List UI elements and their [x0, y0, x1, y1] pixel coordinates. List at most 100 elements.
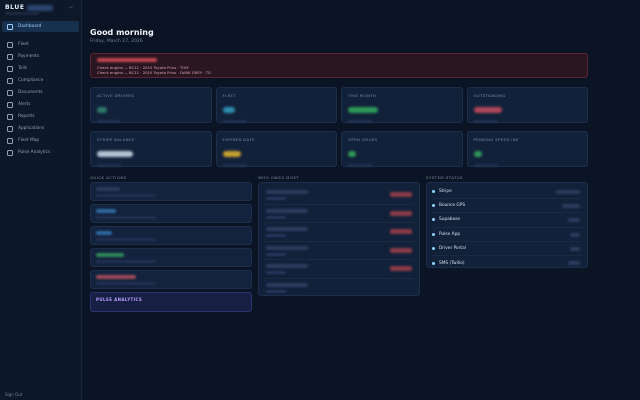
stat-card-label: FLEET: [222, 93, 236, 98]
service-status-value: [568, 218, 580, 223]
stat-card-label: STRIPE BALANCE: [97, 137, 135, 142]
inbox-icon: [7, 125, 13, 132]
owe-row[interactable]: [264, 205, 414, 223]
sidebar-item-applications[interactable]: Applications: [2, 123, 79, 134]
status-dot-icon: [432, 232, 435, 236]
quick-action-item[interactable]: [90, 204, 252, 223]
stat-card-label: THIS MONTH: [348, 93, 377, 98]
sidebar-item-label: Payments: [18, 54, 40, 59]
sidebar-item-payments[interactable]: Payments: [2, 51, 79, 62]
quick-action-title: [96, 187, 120, 191]
owe-row[interactable]: [264, 279, 414, 298]
pulse-analytics-button[interactable]: PULSE ANALYTICS: [90, 292, 252, 312]
stats-row-1: ACTIVE DRIVERS FLEET THIS MONTH OUTSTANDING: [90, 87, 588, 123]
stat-value: [348, 151, 356, 157]
status-dot-icon: [432, 246, 435, 250]
quick-action-subtitle: [96, 282, 156, 285]
sidebar-item-label: Pulse Analytics: [18, 150, 51, 155]
owe-row[interactable]: [264, 186, 414, 205]
stat-card-this-month[interactable]: THIS MONTH: [341, 87, 463, 123]
owe-row[interactable]: [264, 242, 414, 260]
check-icon: [7, 77, 13, 84]
sidebar-item-label: Reports: [18, 114, 35, 119]
stat-value: [222, 151, 241, 157]
stat-card-label: OPEN ISSUES: [348, 137, 378, 142]
sidebar-item-label: Dashboard: [18, 24, 42, 29]
quick-action-item[interactable]: [90, 270, 252, 289]
quick-action-title: [96, 275, 136, 279]
toll-icon: [7, 65, 13, 72]
card-icon: [7, 53, 13, 60]
stat-card-fleet[interactable]: FLEET: [215, 87, 337, 123]
alert-title: [97, 58, 157, 62]
stat-value: [97, 107, 107, 113]
quick-action-subtitle: [96, 194, 156, 197]
stat-card-stripe-balance[interactable]: STRIPE BALANCE: [90, 131, 212, 167]
status-row-stripe: Stripe: [432, 185, 582, 200]
stat-card-active-drivers[interactable]: ACTIVE DRIVERS: [90, 87, 212, 123]
owe-row[interactable]: [264, 260, 414, 279]
pulse-icon: [7, 149, 13, 156]
stat-subtext: [97, 164, 121, 167]
quick-action-title: [96, 253, 124, 257]
stat-card-open-issues[interactable]: OPEN ISSUES: [341, 131, 463, 167]
service-status-value: [562, 204, 580, 209]
sidebar-item-label: Compliance: [18, 78, 44, 83]
stat-value: [348, 107, 378, 113]
status-dot-icon: [432, 204, 435, 208]
who-owes-panel: [258, 182, 420, 296]
car-icon: [7, 41, 13, 48]
sidebar-item-label: Documents: [18, 90, 43, 95]
stat-card-pending-speed-ins[interactable]: PENDING SPEED INS: [466, 131, 588, 167]
brand-subtitle: [5, 12, 39, 15]
sidebar-item-documents[interactable]: Documents: [2, 87, 79, 98]
sidebar-item-alerts[interactable]: Alerts: [2, 99, 79, 110]
sidebar: BLUE ‹‹ Dashboard Fleet Payments Tolls Compl…: [0, 0, 82, 400]
quick-action-title: [96, 231, 112, 235]
sidebar-item-label: Fleet: [18, 42, 29, 47]
quick-action-item[interactable]: [90, 182, 252, 201]
owe-row[interactable]: [264, 223, 414, 242]
sidebar-item-pulse-analytics[interactable]: Pulse Analytics: [2, 147, 79, 158]
quick-action-item[interactable]: [90, 226, 252, 245]
pulse-analytics-label: PULSE ANALYTICS: [96, 297, 143, 302]
service-name: Driver Portal: [439, 245, 466, 251]
quick-actions-title: QUICK ACTIONS: [90, 175, 127, 180]
home-icon: [7, 23, 13, 30]
quick-action-title: [96, 209, 116, 213]
stat-value: [473, 151, 482, 157]
stats-row-2: STRIPE BALANCE EXPIRED DATE OPEN ISSUES PEN…: [90, 131, 588, 167]
stat-card-label: ACTIVE DRIVERS: [97, 93, 135, 98]
service-name: Pulse App: [439, 231, 461, 237]
main-content: Good morning Friday, March 27, 2026 Chec…: [82, 0, 640, 400]
quick-action-item[interactable]: [90, 248, 252, 267]
service-status-value: [570, 246, 580, 251]
stat-subtext: [97, 120, 121, 123]
sidebar-item-compliance[interactable]: Compliance: [2, 75, 79, 86]
status-row-pulse-app: Pulse App: [432, 228, 582, 242]
brand-logo[interactable]: BLUE: [5, 4, 53, 11]
stat-card-expired-date[interactable]: EXPIRED DATE: [215, 131, 337, 167]
alert-line-2: Check engine — BC11 · 2010 Toyota Prius …: [97, 70, 211, 76]
sidebar-item-fleet-map[interactable]: Fleet Map: [2, 135, 79, 146]
system-status-title: SYSTEM STATUS: [426, 175, 464, 180]
status-row-bounce-gps: Bounce GPS: [432, 199, 582, 214]
sidebar-item-reports[interactable]: Reports: [2, 111, 79, 122]
stat-subtext: [473, 120, 498, 123]
stat-value: [222, 107, 235, 113]
stat-card-outstanding[interactable]: OUTSTANDING: [466, 87, 588, 123]
service-name: SMS (Twilio): [439, 260, 465, 266]
service-name: Bounce GPS: [439, 203, 466, 209]
service-status-value: [570, 232, 580, 237]
sign-out-link[interactable]: Sign Out: [5, 392, 22, 397]
alert-banner[interactable]: Check engine — BC11 · 2010 Toyota Prius …: [90, 53, 588, 78]
stat-subtext: [222, 164, 247, 167]
collapse-sidebar-icon[interactable]: ‹‹: [69, 5, 73, 11]
stat-subtext: [348, 120, 372, 123]
sidebar-item-tolls[interactable]: Tolls: [2, 63, 79, 74]
sidebar-item-label: Fleet Map: [18, 138, 40, 143]
stat-card-label: OUTSTANDING: [473, 93, 506, 98]
stat-value: [97, 151, 133, 157]
sidebar-item-fleet[interactable]: Fleet: [2, 39, 79, 50]
sidebar-item-dashboard[interactable]: Dashboard: [2, 21, 79, 32]
